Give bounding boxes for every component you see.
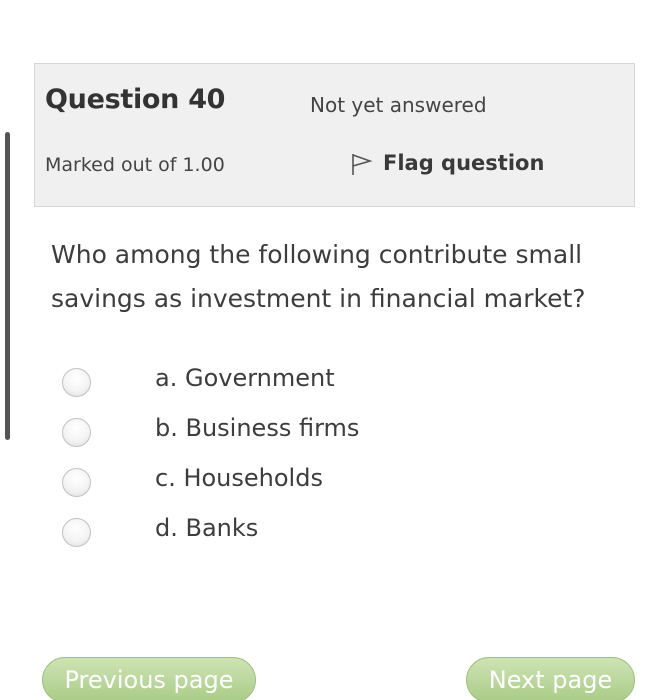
- answer-label[interactable]: d. Banks: [155, 514, 258, 542]
- answer-option-d[interactable]: d. Banks: [0, 510, 668, 560]
- answer-option-c[interactable]: c. Households: [0, 460, 668, 510]
- next-page-button[interactable]: Next page: [466, 657, 635, 700]
- radio-button[interactable]: [62, 368, 91, 397]
- radio-button[interactable]: [62, 518, 91, 547]
- flag-icon: [349, 150, 375, 176]
- question-info-box: Question 40 Not yet answered Marked out …: [34, 63, 635, 207]
- quiz-page: Question 40 Not yet answered Marked out …: [0, 0, 668, 700]
- previous-page-button[interactable]: Previous page: [42, 657, 256, 700]
- answer-label[interactable]: c. Households: [155, 464, 323, 492]
- answer-label[interactable]: a. Government: [155, 364, 335, 392]
- answer-option-b[interactable]: b. Business firms: [0, 410, 668, 460]
- radio-button[interactable]: [62, 468, 91, 497]
- flag-question-label: Flag question: [383, 151, 545, 175]
- question-text: Who among the following contribute small…: [51, 240, 586, 313]
- question-state: Not yet answered: [310, 93, 487, 117]
- answer-label[interactable]: b. Business firms: [155, 414, 359, 442]
- flag-question-button[interactable]: Flag question: [349, 150, 544, 176]
- question-number: Question 40: [45, 84, 226, 115]
- question-grade: Marked out of 1.00: [45, 154, 225, 176]
- answer-option-a[interactable]: a. Government: [0, 360, 668, 410]
- radio-button[interactable]: [62, 418, 91, 447]
